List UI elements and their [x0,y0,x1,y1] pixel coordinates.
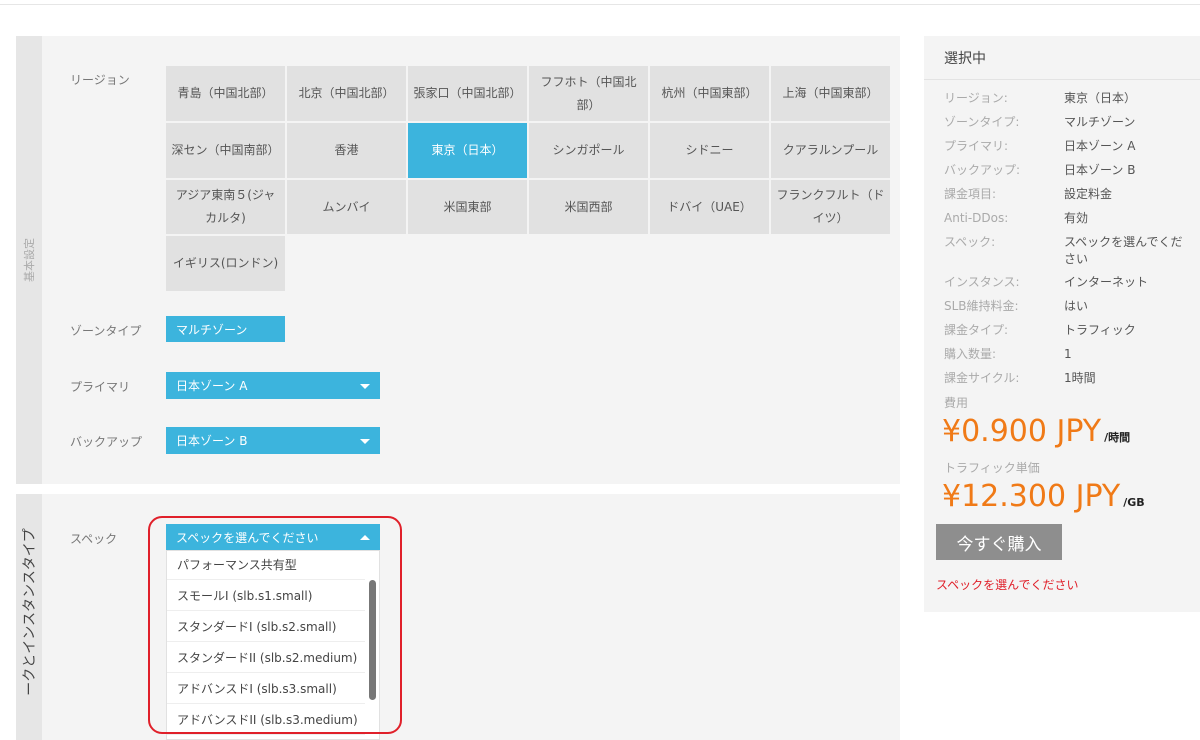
primary-label: プライマリ [70,380,131,394]
buy-now-button[interactable]: 今すぐ購入 [936,524,1062,560]
region-option[interactable]: イギリス(ロンドン) [166,236,285,291]
backup-zone-select[interactable]: 日本ゾーン B [166,427,380,454]
region-option[interactable]: 香港 [287,123,406,178]
summary-key: プライマリ: [944,139,1009,153]
summary-value: 東京（日本） [1064,91,1137,105]
highlight-annotation [148,516,402,734]
fee-unit: /時間 [1104,431,1131,444]
summary-value: インターネット [1064,275,1149,289]
region-option[interactable]: ドバイ（UAE） [650,180,769,234]
region-option[interactable]: フランクフルト（ドイツ） [771,180,890,234]
summary-value: スペックを選んでください [1064,235,1183,266]
region-option[interactable]: 張家口（中国北部） [408,66,527,121]
traffic-unit: /GB [1123,496,1145,509]
region-label: リージョン [70,73,130,87]
top-divider [0,4,1200,5]
region-option[interactable]: クアラルンプール [771,123,890,178]
region-option[interactable]: シンガポール [529,123,648,178]
region-option[interactable]: ムンバイ [287,180,406,234]
summary-key: SLB維持料金: [944,299,1019,313]
basic-settings-tab: 基本設定 [16,36,42,484]
region-option[interactable]: 上海（中国東部） [771,66,890,121]
fee-label: 費用 [944,396,969,410]
fee-price: ¥0.900 JPY/時間 [942,414,1130,449]
region-option[interactable]: 東京（日本） [408,123,527,178]
summary-value: 1時間 [1064,371,1096,385]
region-option[interactable]: シドニー [650,123,769,178]
summary-key: Anti-DDos: [944,211,1009,225]
summary-key: ゾーンタイプ: [944,115,1020,129]
summary-key: 課金サイクル: [944,371,1020,385]
summary-key: バックアップ: [944,163,1021,177]
summary-key: 購入数量: [944,347,997,361]
zone-type-label: ゾーンタイプ [70,324,142,338]
region-option[interactable]: 米国東部 [408,180,527,234]
region-option[interactable]: 深セン（中国南部） [166,123,285,178]
region-option[interactable]: フフホト（中国北部） [529,66,648,121]
region-option[interactable]: 杭州（中国東部） [650,66,769,121]
summary-value: はい [1064,299,1089,313]
basic-settings-label: 基本設定 [23,238,36,282]
summary-value: 設定料金 [1064,187,1113,201]
region-option[interactable]: 青島（中国北部） [166,66,285,121]
primary-zone-value: 日本ゾーン A [176,379,248,393]
traffic-price-label: トラフィック単価 [944,461,1040,475]
summary-key: 課金項目: [944,187,997,201]
summary-title: 選択中 [924,36,1200,80]
spec-warning: スペックを選んでください [936,578,1079,592]
traffic-amount: ¥12.300 JPY [942,479,1121,514]
region-option[interactable]: 北京（中国北部） [287,66,406,121]
summary-key: インスタンス: [944,275,1020,289]
summary-value: 1 [1064,347,1072,361]
chevron-down-icon [360,383,370,389]
summary-panel: 選択中 リージョン: 東京（日本） ゾーンタイプ: マルチゾーンプライマリ: 日本ゾーン… [924,36,1200,612]
fee-amount: ¥0.900 JPY [942,414,1102,449]
summary-value: 有効 [1064,211,1089,225]
summary-key: 課金タイプ: [944,323,1009,337]
network-instance-label: ークとインスタンスタイプ [22,528,38,696]
backup-label: バックアップ [70,435,143,449]
summary-value: トラフィック [1064,323,1136,337]
summary-key: スペック: [944,235,996,249]
summary-value: マルチゾーン [1064,115,1136,129]
region-option[interactable]: 米国西部 [529,180,648,234]
summary-value: 日本ゾーン A [1064,139,1136,153]
network-instance-tab: ークとインスタンスタイプ [16,494,42,740]
backup-zone-value: 日本ゾーン B [176,434,248,448]
summary-value: 日本ゾーン B [1064,163,1136,177]
region-option[interactable]: アジア東南５(ジャカルタ) [166,180,285,234]
spec-label: スペック [70,532,118,546]
zone-type-multizone-button[interactable]: マルチゾーン [166,316,285,342]
traffic-price: ¥12.300 JPY/GB [942,479,1145,514]
primary-zone-select[interactable]: 日本ゾーン A [166,372,380,399]
chevron-down-icon [360,438,370,444]
summary-key: リージョン: [944,91,1008,105]
